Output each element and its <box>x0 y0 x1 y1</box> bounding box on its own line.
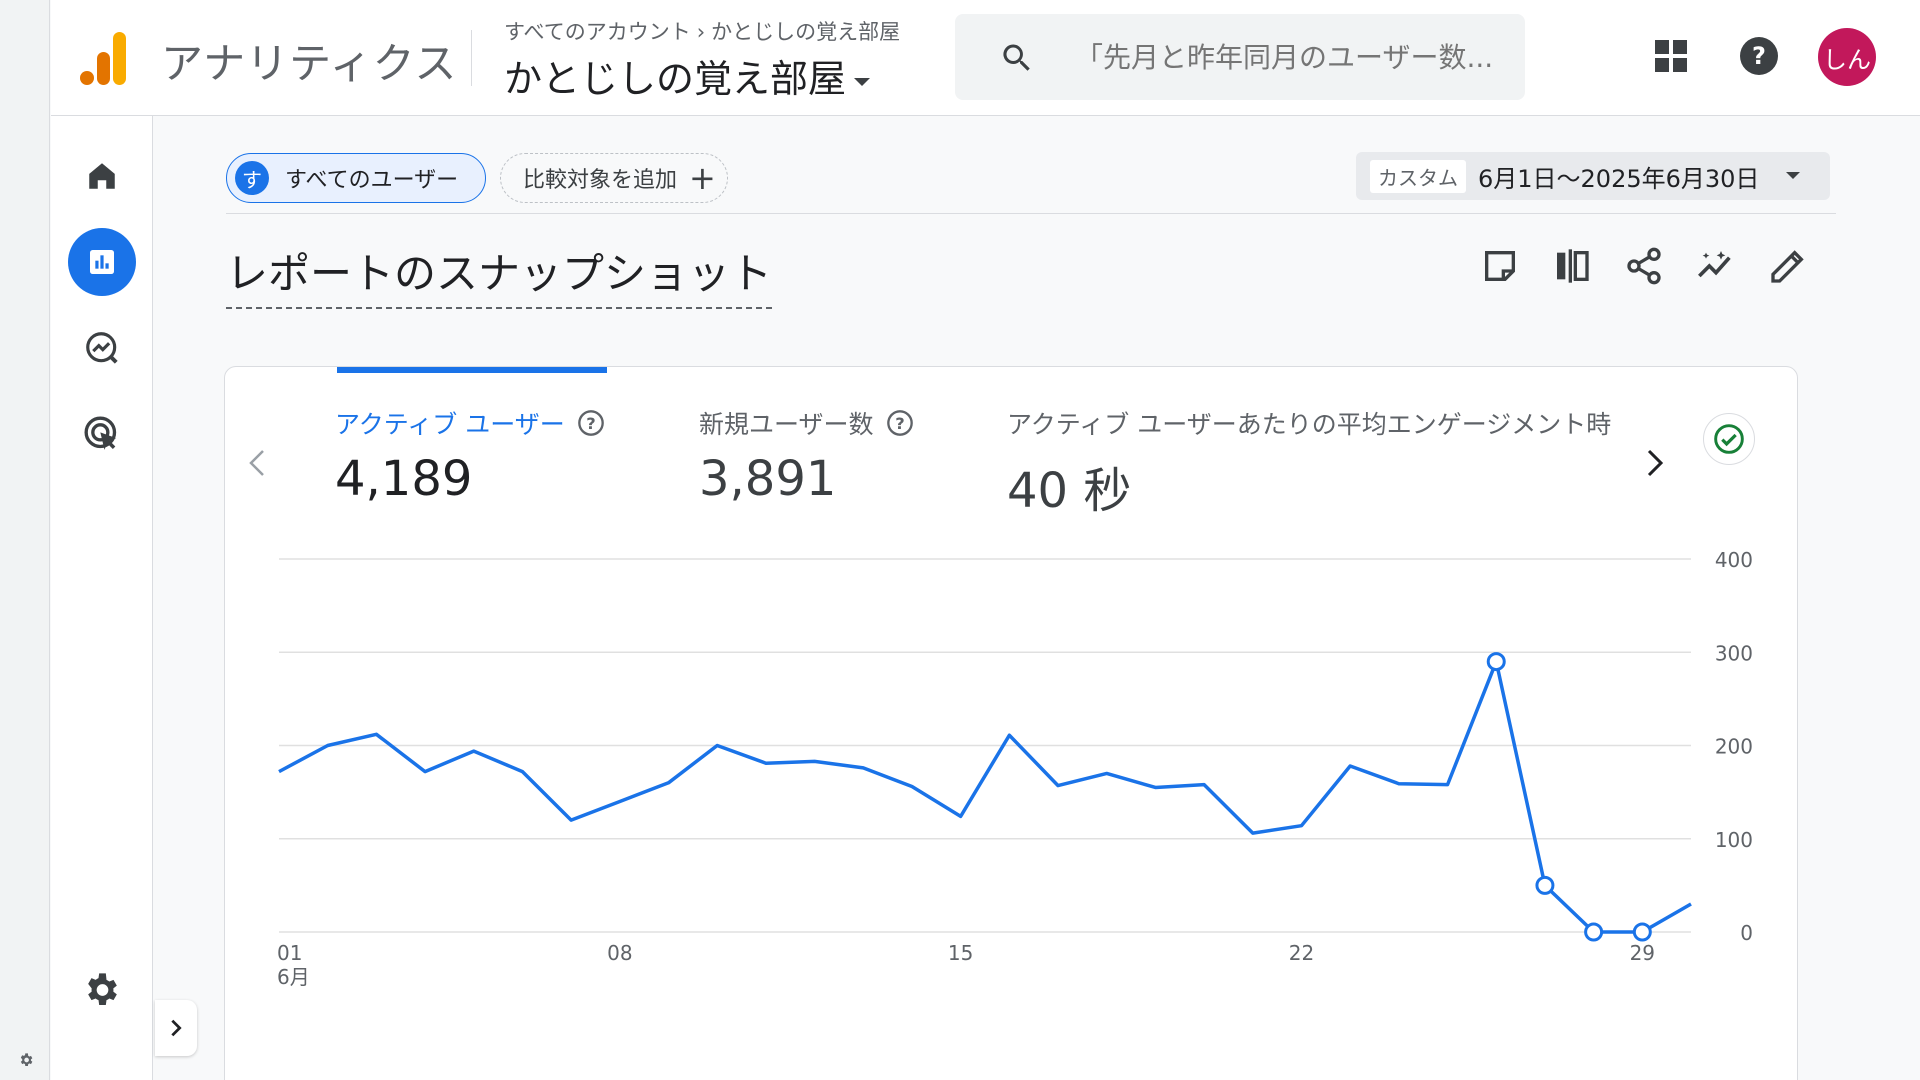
y-tick-label: 400 <box>1715 548 1753 572</box>
metric-value: 3,891 <box>699 451 837 507</box>
search-input[interactable] <box>1075 14 1505 100</box>
chevron-right-icon: › <box>696 20 706 44</box>
property-name: かとじしの覚え部屋 <box>504 57 847 101</box>
add-comparison-label: 比較対象を追加 <box>523 168 678 193</box>
chevron-right-icon <box>171 1019 182 1037</box>
nav-explore[interactable] <box>68 314 136 382</box>
x-tick-label: 22 <box>1289 941 1314 965</box>
add-comparison-button[interactable]: 比較対象を追加 + <box>500 153 728 203</box>
segment-label: すべてのユーザー <box>285 168 459 193</box>
help-outline-icon[interactable]: ? <box>886 409 914 437</box>
caret-down-icon <box>854 77 871 86</box>
y-tick-label: 100 <box>1715 828 1753 852</box>
date-range-tag: カスタム <box>1370 159 1466 193</box>
data-point <box>1535 875 1555 895</box>
compare-columns-icon[interactable] <box>1552 246 1592 286</box>
settings-small-icon[interactable] <box>18 1052 34 1068</box>
apps-grid-icon[interactable] <box>1653 38 1689 74</box>
avatar[interactable]: しん <box>1818 28 1876 86</box>
nav-advertising[interactable] <box>68 400 136 468</box>
series-line <box>278 659 1692 934</box>
cursor-target-icon <box>84 416 117 450</box>
property-selector[interactable]: かとじしの覚え部屋 <box>504 48 871 103</box>
top-header: アナリティクス すべてのアカウント›かとじしの覚え部屋 かとじしの覚え部屋 ? … <box>51 0 1920 116</box>
header-divider <box>471 30 472 86</box>
page-title: レポートのスナップショット <box>226 240 773 309</box>
bar-chart-icon <box>90 250 114 274</box>
caret-down-icon <box>1786 172 1800 179</box>
divider <box>226 213 1836 214</box>
metric-value: 4,189 <box>335 451 473 507</box>
y-tick-label: 0 <box>1740 921 1753 945</box>
metric-label-text: アクティブ ユーザー <box>335 410 565 439</box>
x-month-label: 6月 <box>277 965 310 989</box>
explore-trend-icon <box>86 332 118 364</box>
nav-home[interactable] <box>68 142 136 210</box>
date-range-text: 6月1日～2025年6月30日 <box>1478 164 1760 193</box>
search-icon <box>1003 44 1030 71</box>
share-icon[interactable] <box>1624 246 1664 286</box>
x-tick-label: 01 <box>277 941 302 965</box>
edge-strip <box>0 0 50 1080</box>
chevron-left-icon[interactable] <box>245 443 269 483</box>
y-tick-label: 200 <box>1715 735 1753 759</box>
metric-label: 新規ユーザー数? <box>699 405 914 441</box>
y-tick-label: 300 <box>1715 641 1753 665</box>
svg-text:?: ? <box>1752 42 1766 70</box>
active-tab-indicator <box>337 367 607 373</box>
metric-tab-active-users[interactable]: アクティブ ユーザー? 4,189 <box>335 405 605 507</box>
plus-icon: + <box>689 159 716 197</box>
home-icon <box>89 163 115 189</box>
metric-tab-engagement-time[interactable]: アクティブ ユーザーあたりの平均エンゲージメント時 40 秒 <box>1007 405 1611 521</box>
search-box[interactable] <box>955 14 1525 100</box>
x-tick-label: 08 <box>607 941 632 965</box>
metric-label: アクティブ ユーザー? <box>335 405 605 441</box>
active-users-line-chart: 0 100 200 300 400 01 08 15 22 29 6月 <box>277 548 1753 989</box>
breadcrumb[interactable]: すべてのアカウント › かとじしの覚え部屋 <box>504 16 900 46</box>
metric-tab-new-users[interactable]: 新規ユーザー数? 3,891 <box>699 405 914 507</box>
date-range-picker[interactable]: カスタム 6月1日～2025年6月30日 <box>1356 152 1830 200</box>
metric-label-text: 新規ユーザー数 <box>699 410 874 439</box>
x-tick-label: 29 <box>1630 941 1655 965</box>
chevron-right-icon[interactable] <box>1643 443 1667 483</box>
breadcrumb-property[interactable]: かとじしの覚え部屋 <box>711 20 900 44</box>
note-icon[interactable] <box>1480 246 1520 286</box>
svg-text:?: ? <box>895 414 904 433</box>
insights-icon[interactable] <box>1696 246 1736 286</box>
analytics-logo-icon[interactable] <box>79 30 127 86</box>
app-name: アナリティクス <box>161 39 458 88</box>
svg-text:?: ? <box>586 414 595 433</box>
segment-chip-all-users[interactable]: す すべてのユーザー <box>226 153 486 203</box>
metric-label-text: アクティブ ユーザーあたりの平均エンゲージメント時 <box>1007 410 1612 439</box>
expand-nav-button[interactable] <box>155 1000 197 1056</box>
data-point <box>1584 922 1604 942</box>
data-point <box>1632 922 1652 942</box>
nav-reports[interactable] <box>68 228 136 296</box>
segment-badge: す <box>235 161 269 195</box>
data-point <box>1486 652 1506 672</box>
check-circle-icon <box>1714 424 1744 454</box>
help-outline-icon[interactable]: ? <box>577 409 605 437</box>
breadcrumb-account[interactable]: すべてのアカウント <box>504 20 691 44</box>
settings-gear-icon[interactable] <box>81 970 121 1010</box>
nav-rail <box>51 116 153 1080</box>
help-icon[interactable]: ? <box>1739 36 1779 76</box>
x-tick-label: 15 <box>948 941 973 965</box>
metric-value: 40 秒 <box>1007 463 1132 519</box>
snapshot-card: アクティブ ユーザー? 4,189 新規ユーザー数? 3,891 アクティブ ユ… <box>224 366 1798 1080</box>
check-status-button[interactable] <box>1703 413 1755 465</box>
edit-pencil-icon[interactable] <box>1768 246 1808 286</box>
metric-label: アクティブ ユーザーあたりの平均エンゲージメント時 <box>1007 405 1611 441</box>
